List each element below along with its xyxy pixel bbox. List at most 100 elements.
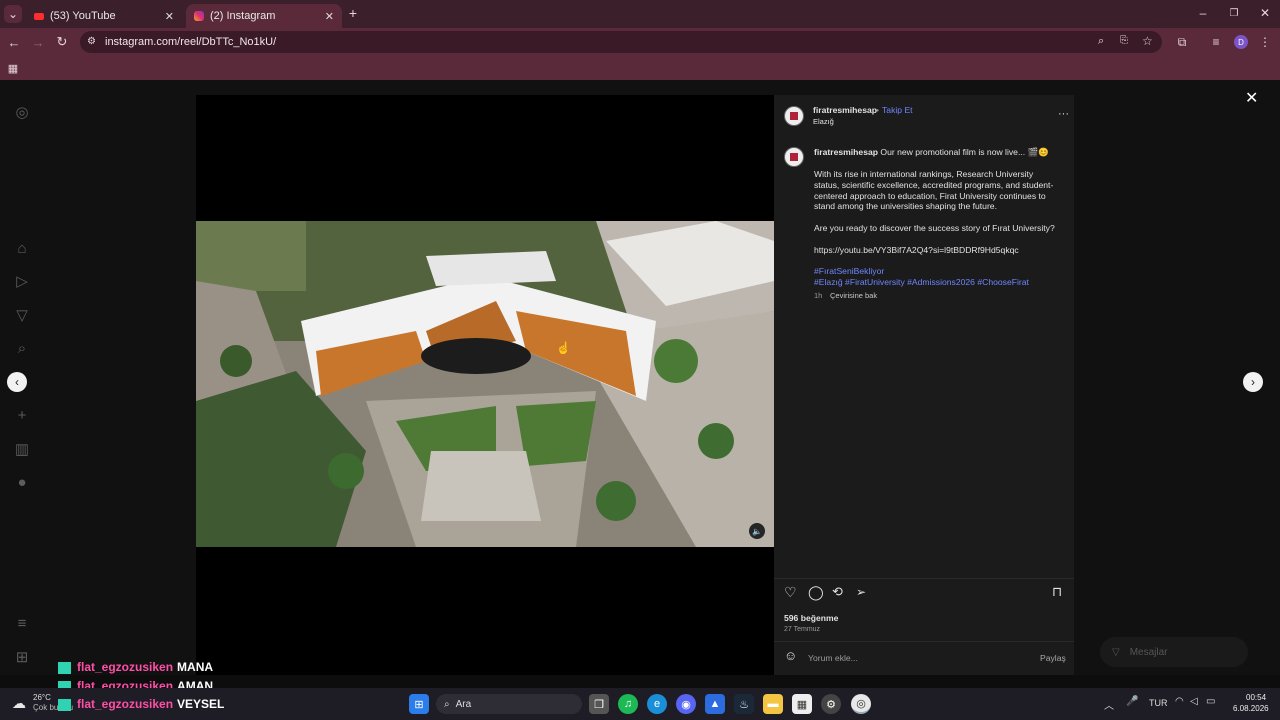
hashtag-line-1[interactable]: #FıratSeniBekliyor: [814, 266, 884, 277]
tab-search-chevron-icon[interactable]: ⌄: [4, 5, 22, 23]
tray-chevron-icon[interactable]: ︿: [1104, 697, 1114, 712]
caption-username[interactable]: firatresmihesap: [814, 147, 878, 157]
settings-gear-icon[interactable]: ⚙: [821, 694, 841, 714]
caption-intro: Our new promotional film is now live... …: [880, 147, 1049, 157]
search-icon[interactable]: ⌕: [12, 338, 32, 358]
windows-start-icon[interactable]: ⊞: [409, 694, 429, 714]
mouse-cursor-icon: ☝: [556, 341, 571, 355]
comment-bubble-icon[interactable]: ◯: [808, 585, 824, 599]
chrome-icon[interactable]: ◎: [851, 694, 871, 714]
install-app-icon[interactable]: ⎘: [1120, 35, 1128, 46]
caption-avatar[interactable]: [784, 147, 804, 167]
volume-icon[interactable]: ◁: [1190, 696, 1198, 707]
likes-count[interactable]: 596 beğenme: [784, 613, 838, 624]
bookmark-star-icon[interactable]: ☆: [1142, 34, 1153, 48]
see-translation-link[interactable]: Çevirisine bak: [830, 291, 877, 302]
spotify-icon[interactable]: ♫: [618, 694, 638, 714]
tab-youtube[interactable]: (53) YouTube ✕: [26, 4, 182, 28]
emoji-picker-icon[interactable]: ☺: [784, 649, 797, 662]
weather-temp[interactable]: 26°C: [33, 693, 51, 702]
hashtag-line-2[interactable]: #Elazığ #FiratUniversity #Admissions2026…: [814, 277, 1029, 288]
campus-aerial-illustration: [196, 221, 774, 547]
instagram-page: ◎ ⌂ ▷ ▽ ⌕ + ▥ ● ≡ ⊞ 🔈 ☝ firatresmihesap …: [0, 80, 1280, 675]
minimize-icon[interactable]: –: [1196, 6, 1210, 20]
reload-icon[interactable]: ↻: [54, 34, 70, 50]
profile-avatar[interactable]: D: [1234, 35, 1248, 49]
messages-dock[interactable]: ▽ Mesajlar: [1100, 637, 1248, 667]
close-tab-icon[interactable]: ✕: [165, 10, 174, 23]
browser-toolbar: ← → ↻ ⚙ instagram.com/reel/DbTTc_No1kU/ …: [0, 28, 1280, 56]
discord-icon[interactable]: ◉: [676, 694, 696, 714]
share-plane-icon[interactable]: ➢: [856, 586, 866, 598]
chat-overlay-line: flat_egzozusiken VEYSEL: [58, 697, 224, 711]
dot-separator: •: [876, 105, 880, 115]
reels-icon[interactable]: ▷: [12, 271, 32, 291]
chat-overlay-line: flat_egzozusiken MANA: [58, 660, 213, 674]
task-view-icon[interactable]: ❐: [589, 694, 609, 714]
edge-icon[interactable]: e: [647, 694, 667, 714]
address-bar[interactable]: ⚙ instagram.com/reel/DbTTc_No1kU/ ⌕ ⎘ ☆: [80, 31, 1162, 53]
like-heart-icon[interactable]: ♡: [784, 585, 797, 599]
messenger-icon: ▽: [1112, 646, 1120, 658]
tab-youtube-label: (53) YouTube: [50, 10, 116, 22]
campus-aerial-image: 🔈: [196, 221, 774, 547]
reel-video-player[interactable]: 🔈 ☝: [196, 95, 774, 675]
mute-toggle-icon[interactable]: 🔈: [749, 523, 765, 539]
post-details-panel: firatresmihesap • Takip Et Elazığ ··· fi…: [774, 95, 1074, 675]
url-text: instagram.com/reel/DbTTc_No1kU/: [105, 36, 277, 48]
also-from-meta-icon[interactable]: ⊞: [12, 647, 32, 667]
wifi-icon[interactable]: ◠: [1175, 696, 1184, 707]
menu-kebab-icon[interactable]: ⋮: [1258, 34, 1272, 50]
app-icon[interactable]: ▲: [705, 694, 725, 714]
previous-post-button[interactable]: ‹: [7, 372, 27, 392]
restore-icon[interactable]: ❐: [1227, 6, 1241, 20]
post-comment-button[interactable]: Paylaş: [1040, 653, 1066, 664]
windows-taskbar: ☁ 26°C Çok bulutlu flat_egzozusiken VEYSE…: [0, 688, 1280, 720]
comment-input[interactable]: Yorum ekle...: [808, 653, 858, 664]
messages-icon[interactable]: ▽: [12, 305, 32, 325]
caption-paragraph-2: Are you ready to discover the success st…: [814, 223, 1055, 233]
instagram-icon: [194, 11, 204, 21]
store-icon[interactable]: ▦: [792, 694, 812, 714]
new-tab-icon[interactable]: +: [346, 5, 360, 21]
file-explorer-icon[interactable]: ▬: [763, 694, 783, 714]
close-window-icon[interactable]: ✕: [1258, 6, 1272, 20]
save-bookmark-icon[interactable]: ⊓: [1052, 585, 1062, 598]
extensions-icon[interactable]: ⧉: [1174, 34, 1190, 50]
post-username[interactable]: firatresmihesap: [813, 105, 877, 116]
back-icon[interactable]: ←: [6, 34, 22, 50]
caption-link[interactable]: https://youtu.be/VY3Bif7A2Q4?si=l9tBDDRf…: [814, 245, 1060, 256]
author-avatar[interactable]: [784, 106, 804, 126]
next-post-button[interactable]: ›: [1243, 372, 1263, 392]
taskbar-search-box[interactable]: ⌕ Ara: [436, 694, 582, 714]
clock-time[interactable]: 00:54: [1246, 693, 1266, 702]
caption-paragraph-1: With its rise in international rankings,…: [814, 169, 1054, 212]
more-menu-icon[interactable]: ≡: [12, 613, 32, 633]
forward-icon[interactable]: →: [30, 34, 46, 50]
steam-icon[interactable]: ♨: [734, 694, 754, 714]
tab-instagram[interactable]: (2) Instagram ✕: [186, 4, 342, 28]
microphone-icon[interactable]: 🎤: [1126, 696, 1138, 707]
search-icon: ⌕: [444, 698, 450, 710]
follow-button[interactable]: Takip Et: [882, 105, 913, 116]
zoom-icon[interactable]: ⌕: [1098, 35, 1104, 48]
close-tab-icon[interactable]: ✕: [325, 10, 334, 23]
chat-badge-icon: [58, 661, 71, 674]
more-options-icon[interactable]: ···: [1058, 109, 1069, 120]
profile-icon[interactable]: ●: [12, 472, 32, 492]
post-date: 27 Temmuz: [784, 626, 821, 633]
repost-icon[interactable]: ⟲: [832, 585, 843, 598]
apps-grid-icon[interactable]: ▦: [6, 61, 20, 75]
clock-date[interactable]: 6.08.2026: [1233, 704, 1269, 713]
media-controls-icon[interactable]: ≡: [1208, 34, 1224, 50]
post-location[interactable]: Elazığ: [813, 117, 834, 128]
insights-icon[interactable]: ▥: [12, 439, 32, 459]
battery-icon[interactable]: ▭: [1206, 696, 1215, 707]
site-info-icon[interactable]: ⚙: [87, 36, 96, 47]
input-language[interactable]: TUR: [1149, 698, 1168, 708]
instagram-logo-icon[interactable]: ◎: [12, 102, 32, 122]
close-modal-icon[interactable]: ✕: [1245, 88, 1258, 108]
home-icon[interactable]: ⌂: [12, 238, 32, 258]
create-icon[interactable]: +: [12, 405, 32, 425]
chat-message: VEYSEL: [177, 697, 225, 711]
